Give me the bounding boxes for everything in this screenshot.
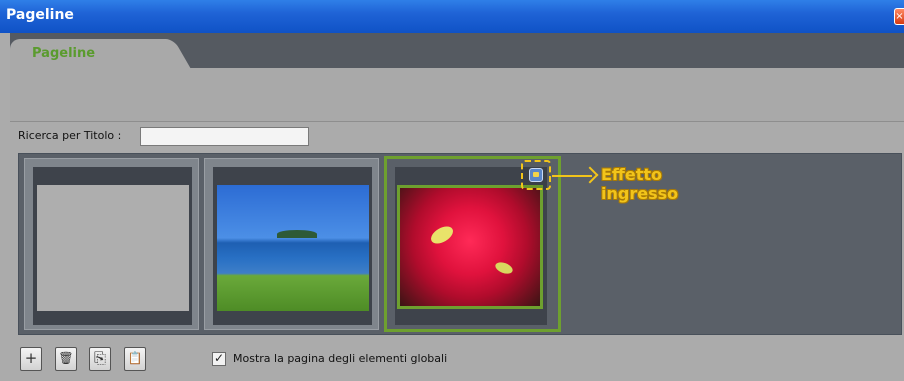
search-label: Ricerca per Titolo : xyxy=(18,129,122,142)
entrance-effect-icon[interactable] xyxy=(521,160,551,190)
title-bar: Pageline × xyxy=(0,0,904,33)
global-elements-label: Mostra la pagina degli elementi globali xyxy=(233,352,448,365)
tab-pageline[interactable]: Pageline xyxy=(10,39,160,68)
paste-icon: 📋 xyxy=(127,351,143,365)
page-strip[interactable] xyxy=(18,153,902,335)
check-icon: ✓ xyxy=(213,351,225,365)
delete-page-button[interactable]: 🗑 xyxy=(55,347,77,371)
window-title: Pageline xyxy=(6,7,74,23)
panel-header xyxy=(10,68,904,121)
page-thumbnail-blank[interactable] xyxy=(24,158,199,330)
callout-line-1: Effetto xyxy=(601,165,663,184)
close-icon[interactable]: × xyxy=(894,8,904,25)
tab-label: Pageline xyxy=(32,46,96,61)
search-input[interactable] xyxy=(140,127,309,146)
plus-icon: + xyxy=(24,349,38,367)
trash-icon: 🗑 xyxy=(58,351,74,365)
callout-text: Effetto ingresso xyxy=(601,165,711,203)
copy-page-button[interactable]: ⎘ xyxy=(89,347,111,371)
divider xyxy=(10,121,904,122)
flower-image xyxy=(397,185,543,309)
landscape-image xyxy=(217,185,369,311)
add-page-button[interactable]: + xyxy=(20,347,42,371)
global-elements-checkbox[interactable]: ✓ xyxy=(212,352,226,366)
tab-strip: Pageline xyxy=(10,33,904,68)
effect-button-core xyxy=(529,168,543,182)
page-content xyxy=(37,185,189,311)
callout-line-2: ingresso xyxy=(601,184,679,203)
page-thumbnail-landscape[interactable] xyxy=(204,158,379,330)
paste-page-button[interactable]: 📋 xyxy=(124,347,146,371)
copy-icon: ⎘ xyxy=(93,349,106,367)
